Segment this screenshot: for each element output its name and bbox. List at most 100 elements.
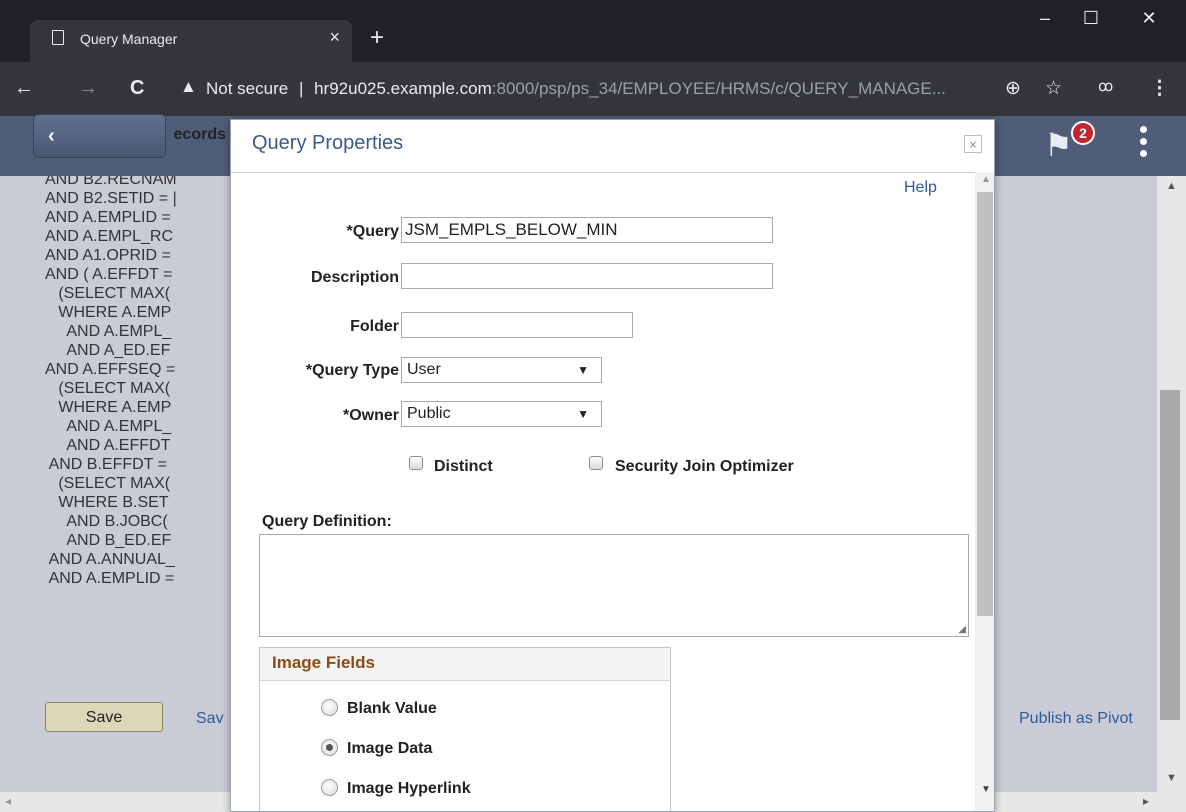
sql-line: AND A.EMPL_ (45, 323, 172, 340)
security-join-optimizer-label: Security Join Optimizer (615, 458, 794, 475)
dialog-scroll-up-icon[interactable]: ▲ (981, 174, 991, 185)
browser-tab[interactable]: Query Manager × (30, 20, 352, 62)
close-window-button[interactable]: ✕ (1126, 8, 1172, 29)
sql-line: WHERE A.EMP (45, 304, 172, 321)
sql-line: AND A.ANNUAL_ (45, 551, 175, 568)
back-button-label: ecords (173, 126, 226, 143)
close-icon[interactable]: × (964, 135, 982, 153)
right-background (995, 176, 1157, 792)
browser-toolbar: ← → C ▲ Not secure | hr92u025.example.co… (0, 62, 1186, 116)
sql-line: AND A.EFFSEQ = (45, 361, 176, 378)
dialog-scrollbar[interactable]: ▲ ▼ (975, 172, 994, 811)
save-as-link[interactable]: Sav (196, 710, 224, 728)
security-label: Not secure (206, 79, 289, 98)
page-icon (52, 30, 64, 45)
description-field[interactable] (401, 263, 773, 289)
distinct-label: Distinct (434, 458, 493, 475)
image-hyperlink-label: Image Hyperlink (347, 780, 471, 797)
new-tab-button[interactable]: + (370, 24, 384, 52)
url-text: Not secure | hr92u025.example.com:8000/p… (206, 79, 946, 99)
help-link[interactable]: Help (904, 179, 937, 197)
publish-pivot-link[interactable]: Publish as Pivot (1019, 710, 1157, 728)
folder-label: Folder (350, 318, 399, 335)
page-vertical-scrollbar[interactable]: ▲ ▼ (1157, 176, 1186, 792)
chevron-down-icon: ▼ (577, 407, 589, 421)
folder-field[interactable] (401, 312, 633, 338)
sql-line: AND A.EMPL_RC (45, 228, 174, 245)
tab-close-icon[interactable]: × (329, 27, 340, 48)
blank-value-radio[interactable] (321, 699, 338, 716)
scroll-up-icon[interactable]: ▲ (1166, 180, 1177, 192)
query-definition-textarea[interactable]: ◢ (259, 534, 969, 637)
forward-arrow-icon[interactable]: → (78, 77, 98, 100)
sql-line: AND A.EMPLID = (45, 209, 171, 226)
query-type-select[interactable]: User ▼ (401, 357, 602, 383)
owner-label: *Owner (342, 407, 399, 424)
scroll-thumb[interactable] (1160, 390, 1180, 720)
dialog-header: Query Properties × (231, 120, 994, 173)
sql-text: AND B2.RECNAM AND B2.SETID = | AND A.EMPLI… (45, 176, 231, 692)
tab-title: Query Manager (80, 31, 178, 47)
back-button[interactable]: ‹ ecords (33, 114, 226, 158)
query-properties-dialog: Query Properties × ▲ ▼ Help *Query JSM_E… (230, 119, 995, 812)
url-separator: | (298, 79, 304, 98)
resize-grip-icon[interactable]: ◢ (958, 624, 966, 635)
zoom-icon[interactable]: ⊕ (1005, 77, 1021, 100)
dialog-title: Query Properties (252, 132, 404, 154)
dialog-scroll-down-icon[interactable]: ▼ (981, 784, 991, 795)
image-data-label: Image Data (347, 740, 433, 757)
blank-value-label: Blank Value (347, 700, 437, 717)
query-label: *Query (346, 223, 399, 240)
sql-line: WHERE A.EMP (45, 399, 172, 416)
address-bar[interactable]: ▲ Not secure | hr92u025.example.com:8000… (176, 71, 981, 107)
minimize-button[interactable]: – (1022, 8, 1068, 29)
sql-line: AND A1.OPRID = (45, 247, 171, 264)
description-label: Description (310, 269, 399, 286)
image-data-radio[interactable] (321, 739, 338, 756)
sql-line: AND A.EFFDT (45, 437, 171, 454)
sql-line: (SELECT MAX( (45, 475, 171, 492)
sql-line: AND B2.RECNAM (45, 176, 177, 188)
sql-line: AND B_ED.EF (45, 532, 172, 549)
save-button[interactable]: Save (45, 702, 163, 732)
notification-badge: 2 (1071, 121, 1095, 145)
sql-line: AND ( A.EFFDT = (45, 266, 173, 283)
sql-line: AND B.JOBC( (45, 513, 168, 530)
actions-menu-icon[interactable] (1140, 126, 1147, 162)
query-type-value: User (407, 361, 441, 378)
maximize-button[interactable]: ☐ (1068, 8, 1114, 29)
sql-line: AND A_ED.EF (45, 342, 171, 359)
sql-line: AND A.EMPLID = (45, 570, 175, 587)
chevron-down-icon: ▼ (577, 363, 589, 377)
warning-icon: ▲ (180, 77, 197, 96)
url-host: hr92u025.example.com (314, 79, 492, 98)
owner-select[interactable]: Public ▼ (401, 401, 602, 427)
image-fields-title: Image Fields (272, 653, 375, 672)
scroll-left-icon[interactable]: ◂ (5, 794, 11, 808)
owner-value: Public (407, 405, 451, 422)
sql-line: AND B2.SETID = | (45, 190, 177, 207)
sql-line: AND B.EFFDT = (45, 456, 167, 473)
chevron-left-icon: ‹ (48, 125, 55, 147)
incognito-icon[interactable]: ꝏ (1098, 77, 1113, 95)
sql-line: AND A.EMPL_ (45, 418, 172, 435)
dialog-scroll-thumb[interactable] (977, 192, 993, 616)
scroll-right-icon[interactable]: ▸ (1143, 794, 1149, 808)
sql-line: WHERE B.SET (45, 494, 169, 511)
security-join-optimizer-checkbox[interactable] (589, 456, 603, 470)
query-type-label: *Query Type (305, 362, 399, 379)
notification-flag-icon[interactable]: ⚑ (1044, 126, 1073, 164)
query-definition-label: Query Definition: (262, 513, 392, 530)
query-name-field[interactable]: JSM_EMPLS_BELOW_MIN (401, 217, 773, 243)
image-hyperlink-radio[interactable] (321, 779, 338, 796)
image-fields-group: Image Fields Blank Value Image Data Imag… (259, 647, 671, 811)
back-arrow-icon[interactable]: ← (14, 77, 34, 100)
menu-dots-icon[interactable]: ⋮ (1150, 77, 1169, 100)
scroll-down-icon[interactable]: ▼ (1166, 772, 1177, 784)
reload-icon[interactable]: C (130, 77, 144, 100)
sql-line: (SELECT MAX( (45, 285, 171, 302)
distinct-checkbox[interactable] (409, 456, 423, 470)
sql-line: (SELECT MAX( (45, 380, 171, 397)
image-fields-header: Image Fields (260, 648, 670, 681)
bookmark-star-icon[interactable]: ☆ (1045, 77, 1062, 100)
